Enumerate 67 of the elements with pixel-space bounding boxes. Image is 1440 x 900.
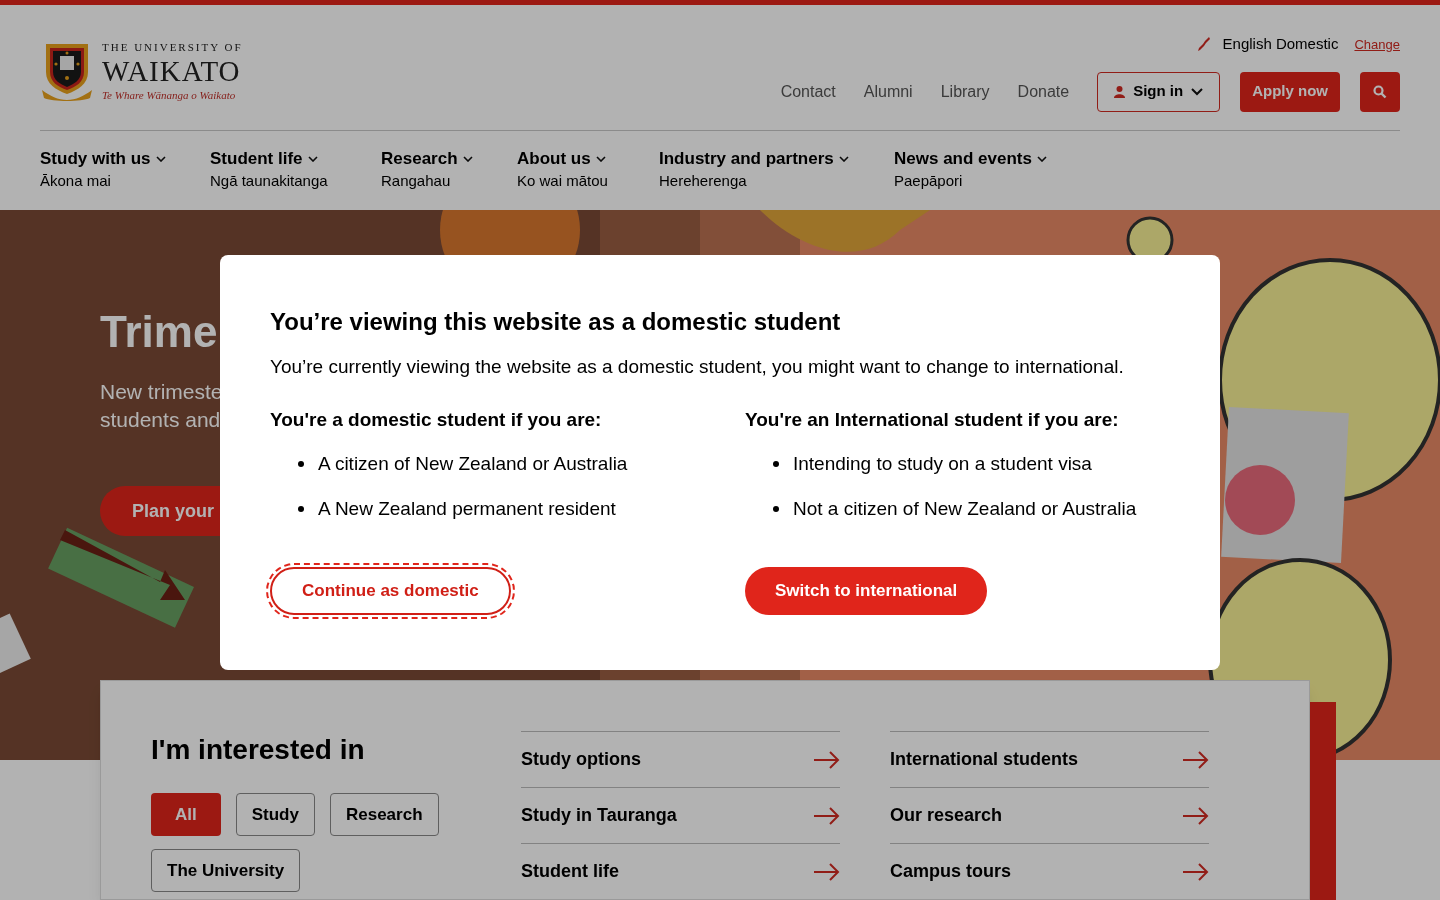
quick-link[interactable]: Study in Tauranga: [521, 787, 840, 843]
chevron-down-icon: [838, 156, 849, 162]
arrow-right-icon: [1183, 806, 1209, 825]
nav-item[interactable]: Research: [381, 148, 458, 170]
filter-tab[interactable]: Study: [235, 793, 315, 836]
chevron-down-icon: [307, 156, 318, 162]
search-button[interactable]: [1360, 71, 1400, 112]
nav-item[interactable]: About us: [517, 148, 591, 170]
hero-subtitle: New trimeste: [100, 379, 224, 405]
hero-subtitle: students and: [100, 407, 222, 433]
filter-tab[interactable]: The University: [151, 849, 301, 892]
chevron-down-icon: [1191, 87, 1204, 96]
list-item: A citizen of New Zealand or Australia: [318, 452, 628, 476]
user-icon: [1114, 85, 1126, 98]
apply-now-button[interactable]: Apply now: [1240, 71, 1340, 112]
arrow-right-icon: [814, 806, 840, 825]
arrow-right-icon: [814, 750, 840, 769]
bullet-icon: [773, 461, 779, 468]
bullet-icon: [773, 505, 779, 512]
quick-link[interactable]: Our research: [890, 787, 1209, 843]
switch-button[interactable]: Switch to international: [745, 567, 988, 615]
arrow-right-icon: [814, 862, 840, 881]
nav-item[interactable]: News and events: [894, 148, 1032, 170]
chevron-down-icon: [1036, 156, 1047, 162]
chevron-down-icon: [155, 156, 166, 162]
nav-subtitle: Hereherenga: [659, 171, 748, 191]
modal-intro: You’re currently viewing the website as a domestic student, you might want to change to international.: [270, 355, 1125, 379]
utility-link[interactable]: Library: [940, 79, 990, 104]
column-heading: You're an International student if you are:: [745, 407, 1120, 432]
list-item: Not a citizen of New Zealand or Australia: [793, 496, 1137, 521]
sign-in-button[interactable]: Sign in: [1097, 71, 1221, 112]
nav-item[interactable]: Study with us: [40, 148, 151, 170]
nav-subtitle: Paepāpori: [894, 171, 964, 191]
region-label: English Domestic: [1222, 34, 1339, 54]
utility-link[interactable]: Alumni: [863, 79, 913, 104]
arrow-right-icon: [1183, 750, 1209, 769]
chevron-down-icon: [595, 156, 606, 162]
quick-link[interactable]: Campus tours: [890, 843, 1209, 899]
quick-link[interactable]: Student life: [521, 843, 840, 899]
column-heading: You're a domestic student if you are:: [270, 407, 603, 432]
list-item: A New Zealand permanent resident: [318, 496, 616, 521]
chevron-down-icon: [462, 156, 473, 162]
logo-subtitle: Te Whare Wānanga o Waikato: [102, 90, 237, 101]
search-icon: [1373, 84, 1387, 99]
nav-item[interactable]: Student life: [210, 148, 303, 170]
nav-subtitle: Ākona mai: [40, 171, 112, 191]
nav-subtitle: Ngā taunakitanga: [210, 171, 329, 191]
change-link[interactable]: Change: [1354, 34, 1400, 54]
nav-item[interactable]: Industry and partners: [659, 148, 834, 170]
nav-subtitle: Rangahau: [381, 171, 452, 191]
utility-link[interactable]: Donate: [1017, 79, 1070, 104]
logo-wordmark: WAIKATO: [102, 57, 242, 86]
logo-tagline: THE UNIVERSITY OF: [102, 42, 243, 53]
filter-tab[interactable]: All: [151, 793, 221, 836]
hero-title: Trime: [100, 310, 219, 354]
arrow-right-icon: [1183, 862, 1209, 881]
utility-link[interactable]: Contact: [780, 79, 836, 104]
nav-subtitle: Ko wai mātou: [517, 171, 609, 191]
quick-link[interactable]: International students: [890, 731, 1209, 787]
quick-link[interactable]: Study options: [521, 731, 840, 787]
modal-title: You’re viewing this website as a domestic student: [270, 307, 842, 337]
section-heading: I'm interested in: [151, 733, 366, 767]
crest-icon: [40, 41, 94, 102]
filter-tab[interactable]: Research: [329, 793, 439, 836]
bullet-icon: [298, 505, 304, 512]
bullet-icon: [298, 461, 304, 468]
list-item: Intending to study on a student visa: [793, 452, 1092, 476]
